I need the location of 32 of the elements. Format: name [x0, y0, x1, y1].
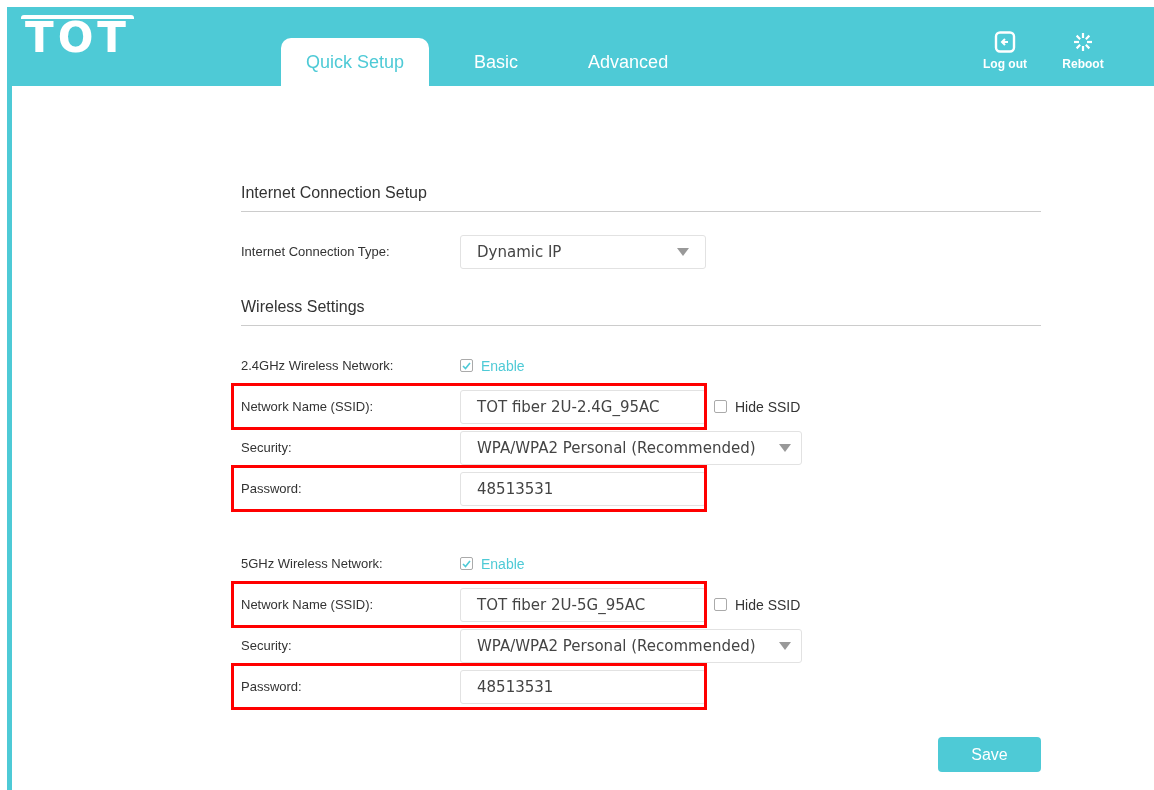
- field-label: Security:: [241, 440, 293, 455]
- security-dropdown[interactable]: WPA/WPA2 Personal (Recommended): [460, 430, 802, 465]
- checkbox[interactable]: [460, 359, 473, 372]
- dropdown-caret-icon: [677, 247, 689, 256]
- checkbox[interactable]: [714, 598, 727, 611]
- dropdown-caret-icon: [779, 641, 791, 650]
- field-label: Password:: [241, 481, 303, 496]
- connection-type-dropdown[interactable]: Dynamic IP: [460, 234, 706, 269]
- field-label: Network Name (SSID):: [241, 399, 375, 414]
- input-field[interactable]: TOT fiber 2U-5G_95AC: [460, 587, 706, 622]
- section-title: Internet Connection Setup: [241, 184, 1041, 212]
- field-label: Internet Connection Type:: [241, 244, 391, 259]
- checkbox[interactable]: [460, 557, 473, 570]
- input-field[interactable]: 48513531: [460, 669, 706, 704]
- loading-spinner-icon: [1072, 31, 1094, 53]
- field-label: 5GHz Wireless Network:: [241, 556, 384, 571]
- field-label: 2.4GHz Wireless Network:: [241, 358, 395, 373]
- enable-label: Enable: [481, 357, 525, 374]
- hide-ssid-label: Hide SSID: [735, 398, 801, 415]
- field-label: Network Name (SSID):: [241, 597, 375, 612]
- input-field[interactable]: TOT fiber 2U-2.4G_95AC: [460, 389, 706, 424]
- hide-ssid-label: Hide SSID: [735, 596, 801, 613]
- field-label: Security:: [241, 638, 293, 653]
- logo: TOT: [21, 15, 134, 57]
- section-title: Wireless Settings: [241, 298, 1041, 326]
- dropdown-caret-icon: [779, 443, 791, 452]
- enable-label: Enable: [481, 555, 525, 572]
- checkbox[interactable]: [714, 400, 727, 413]
- logout-icon: [994, 31, 1016, 53]
- security-dropdown[interactable]: WPA/WPA2 Personal (Recommended): [460, 628, 802, 663]
- field-label: Password:: [241, 679, 303, 694]
- input-field[interactable]: 48513531: [460, 471, 706, 506]
